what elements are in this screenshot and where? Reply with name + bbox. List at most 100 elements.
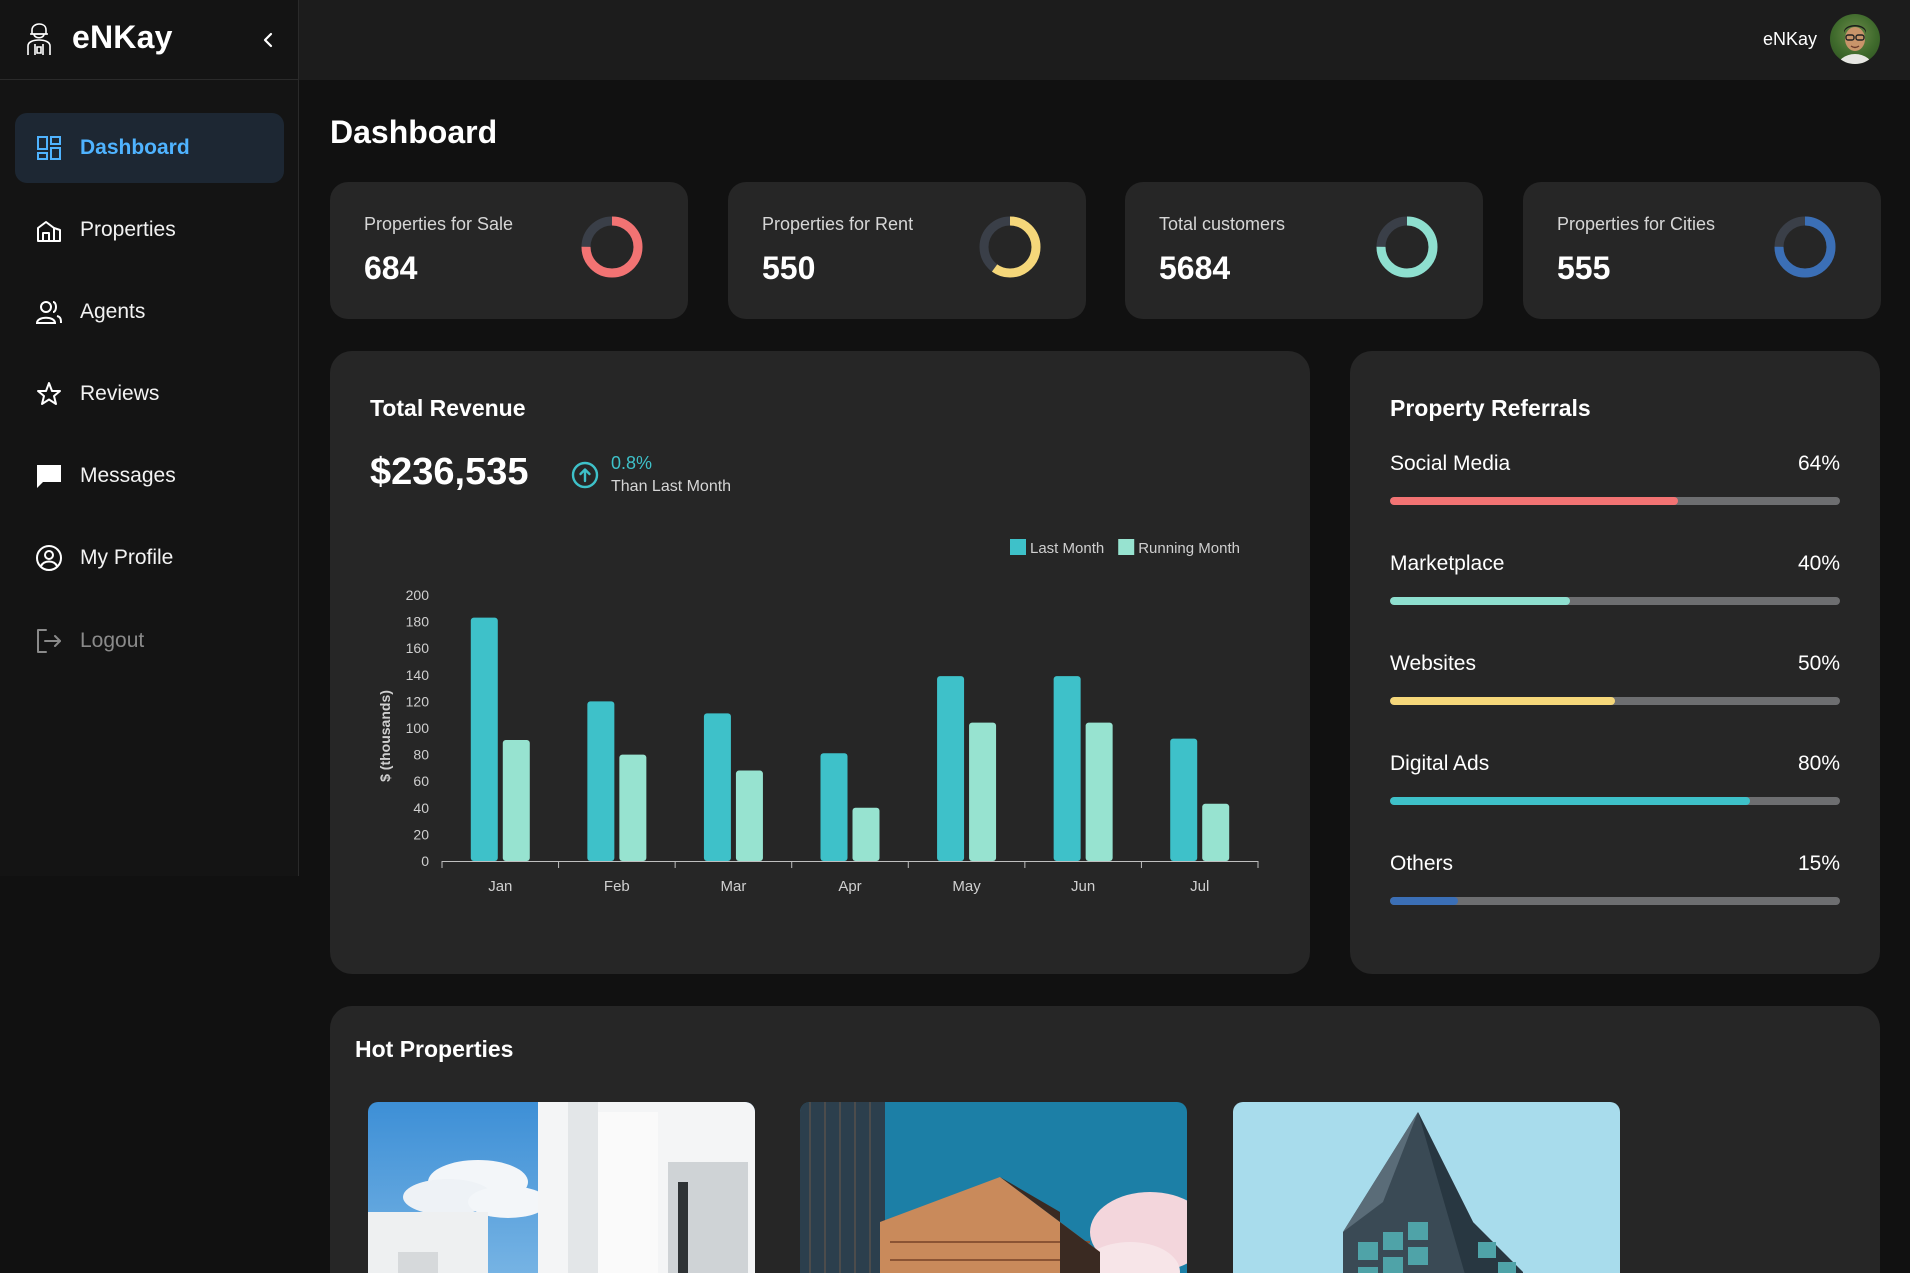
sidebar-item-dashboard[interactable]: Dashboard bbox=[15, 113, 284, 183]
profile-icon bbox=[36, 545, 62, 571]
stat-card-customers[interactable]: Total customers 5684 bbox=[1125, 182, 1483, 319]
stat-value: 550 bbox=[762, 250, 816, 286]
stat-ring-chart bbox=[1774, 216, 1836, 278]
top-bar: eNKay eNKay bbox=[0, 0, 1910, 80]
bar-running-month-jun[interactable] bbox=[1085, 722, 1113, 861]
logout-icon bbox=[37, 629, 61, 653]
y-tick-label: 60 bbox=[413, 773, 429, 789]
property-photo-glass-skyscraper bbox=[1233, 1102, 1620, 1273]
hot-properties-panel: Hot Properties bbox=[330, 1006, 1880, 1273]
stat-card-cities[interactable]: Properties for Cities 555 bbox=[1523, 182, 1881, 319]
header-user-name[interactable]: eNKay bbox=[1763, 29, 1817, 50]
star-icon bbox=[37, 382, 61, 405]
x-tick-label: Jul bbox=[1190, 878, 1209, 895]
stat-card-rent[interactable]: Properties for Rent 550 bbox=[728, 182, 1086, 319]
referral-label: Digital Ads bbox=[1390, 752, 1490, 775]
bar-running-month-apr[interactable] bbox=[852, 807, 880, 861]
referral-progress-track bbox=[1390, 897, 1840, 905]
referral-progress-fill bbox=[1390, 897, 1458, 905]
dashboard-icon bbox=[37, 136, 61, 160]
property-photo-brick-tower bbox=[800, 1102, 1187, 1273]
referrals-title: Property Referrals bbox=[1390, 395, 1591, 421]
bar-last-month-jun[interactable] bbox=[1053, 676, 1081, 861]
property-photo-white-building bbox=[368, 1102, 755, 1273]
sidebar-item-label: Reviews bbox=[80, 382, 160, 405]
stat-ring-chart bbox=[979, 216, 1041, 278]
sidebar-item-agents[interactable]: Agents bbox=[15, 277, 284, 347]
referral-progress-track bbox=[1390, 597, 1840, 605]
bar-last-month-jan[interactable] bbox=[470, 617, 498, 861]
referral-row-websites: Websites 50% bbox=[1390, 652, 1840, 712]
bar-last-month-feb[interactable] bbox=[587, 701, 615, 861]
page-title: Dashboard bbox=[330, 114, 498, 150]
referral-progress-fill bbox=[1390, 797, 1750, 805]
properties-icon bbox=[37, 221, 61, 242]
legend-label: Running Month bbox=[1138, 540, 1240, 557]
y-tick-label: 20 bbox=[413, 826, 429, 842]
x-axis: Jan Feb Mar Apr May Jun Jul bbox=[441, 861, 1259, 895]
x-tick-label: Jun bbox=[1071, 878, 1095, 895]
referral-row-marketplace: Marketplace 40% bbox=[1390, 552, 1840, 612]
agents-icon bbox=[35, 301, 62, 324]
stat-label: Properties for Rent bbox=[762, 214, 914, 234]
sidebar-item-properties[interactable]: Properties bbox=[15, 195, 284, 265]
sidebar-item-label: Agents bbox=[80, 300, 146, 323]
referral-row-others: Others 15% bbox=[1390, 852, 1840, 912]
collapse-sidebar-button[interactable] bbox=[258, 28, 278, 52]
sidebar-item-label: Logout bbox=[80, 629, 145, 652]
referral-progress-track bbox=[1390, 497, 1840, 505]
property-image[interactable] bbox=[800, 1102, 1187, 1273]
stat-value: 5684 bbox=[1159, 250, 1231, 286]
bar-running-month-mar[interactable] bbox=[735, 770, 763, 861]
legend-label: Last Month bbox=[1030, 540, 1104, 557]
sidebar-item-reviews[interactable]: Reviews bbox=[15, 359, 284, 429]
referral-progress-track bbox=[1390, 697, 1840, 705]
chart-legend: Last Month Running Month bbox=[1010, 539, 1240, 557]
property-image[interactable] bbox=[368, 1102, 755, 1273]
sidebar: Dashboard Properties Agents Reviews Mess… bbox=[0, 80, 299, 876]
bar-running-month-jan[interactable] bbox=[502, 739, 530, 861]
bar-last-month-jul[interactable] bbox=[1170, 738, 1198, 861]
sidebar-item-my-profile[interactable]: My Profile bbox=[15, 523, 284, 593]
stat-label: Properties for Sale bbox=[364, 214, 514, 234]
sidebar-item-messages[interactable]: Messages bbox=[15, 441, 284, 511]
legend-swatch bbox=[1010, 539, 1026, 555]
referral-percent: 40% bbox=[1797, 552, 1840, 575]
avatar[interactable] bbox=[1830, 14, 1880, 64]
brand-name: eNKay bbox=[72, 19, 173, 55]
bar-running-month-jul[interactable] bbox=[1202, 803, 1230, 861]
stat-label: Properties for Cities bbox=[1557, 214, 1716, 234]
hot-properties-title: Hot Properties bbox=[355, 1036, 514, 1062]
y-tick-label: 0 bbox=[421, 853, 429, 869]
x-tick-label: Apr bbox=[838, 878, 861, 895]
x-tick-label: Feb bbox=[604, 878, 630, 895]
x-tick-label: Jan bbox=[488, 878, 512, 895]
bar-running-month-feb[interactable] bbox=[619, 754, 647, 861]
revenue-bar-chart: Last Month Running Month 0 20 40 60 80 100 120 1… bbox=[377, 539, 1259, 895]
y-tick-label: 120 bbox=[406, 693, 430, 709]
stat-value: 684 bbox=[364, 250, 418, 286]
brand-logo-icon bbox=[27, 23, 51, 55]
referral-percent: 64% bbox=[1797, 452, 1840, 475]
y-tick-label: 180 bbox=[406, 614, 430, 630]
brand-area: eNKay bbox=[0, 0, 299, 80]
referral-label: Marketplace bbox=[1390, 552, 1505, 575]
bar-last-month-mar[interactable] bbox=[703, 713, 731, 861]
referrals-panel: Property Referrals Social Media 64% Mark… bbox=[1350, 351, 1880, 974]
sidebar-item-label: Dashboard bbox=[80, 136, 190, 159]
referral-row-digital-ads: Digital Ads 80% bbox=[1390, 752, 1840, 812]
bar-running-month-may[interactable] bbox=[969, 722, 997, 861]
y-tick-label: 80 bbox=[413, 747, 429, 763]
bar-last-month-apr[interactable] bbox=[820, 753, 848, 861]
message-icon bbox=[37, 465, 61, 488]
y-axis-label: $ (thousands) bbox=[377, 690, 393, 782]
sidebar-item-label: My Profile bbox=[80, 546, 174, 569]
bar-last-month-may[interactable] bbox=[937, 676, 965, 861]
sidebar-item-logout[interactable]: Logout bbox=[15, 606, 284, 676]
referral-progress-fill bbox=[1390, 497, 1678, 505]
referral-label: Others bbox=[1390, 852, 1454, 875]
stat-value: 555 bbox=[1557, 250, 1611, 286]
stat-card-sale[interactable]: Properties for Sale 684 bbox=[330, 182, 688, 319]
property-image[interactable] bbox=[1233, 1102, 1620, 1273]
referral-progress-fill bbox=[1390, 597, 1570, 605]
